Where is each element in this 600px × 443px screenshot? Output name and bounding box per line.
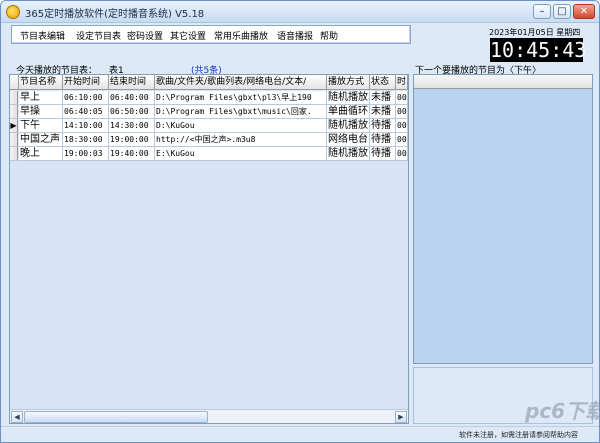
row-indicator: [10, 147, 18, 161]
horizontal-scrollbar[interactable]: ◀ ▶: [10, 409, 408, 423]
cell-mode: 随机播放: [327, 119, 370, 133]
table-row[interactable]: 晚上 19:00:03 19:40:00 E:\KuGou 随机播放 待播 00: [10, 147, 408, 161]
menu-other-settings[interactable]: 其它设置: [170, 29, 206, 42]
cell-status: 未播: [370, 91, 396, 105]
cell-status: 待播: [370, 147, 396, 161]
column-header-extra[interactable]: 时: [396, 75, 408, 90]
cell-end: 19:00:00: [109, 133, 155, 147]
menu-program-edit[interactable]: 节目表编辑: [20, 29, 65, 42]
column-header-source[interactable]: 歌曲/文件夹/歌曲列表/网络电台/文本/: [155, 75, 327, 90]
next-program-panel: [413, 74, 593, 364]
row-indicator: [10, 91, 18, 105]
cell-extra: 00: [396, 119, 408, 133]
registration-status: 软件未注册，如需注册请参阅帮助内容: [459, 431, 578, 439]
table-row[interactable]: 早操 06:40:05 06:50:00 D:\Program Files\gb…: [10, 105, 408, 119]
clock-date: 2023年01月05日 星期四: [489, 28, 581, 37]
cell-source: E:\KuGou: [155, 147, 327, 161]
column-header-end[interactable]: 结束时间: [109, 75, 155, 90]
cell-source: http://<中国之声>.m3u8: [155, 133, 327, 147]
cell-source: D:\Program Files\gbxt\pl3\早上190: [155, 91, 327, 105]
cell-mode: 单曲循环: [327, 105, 370, 119]
clock-time: 10:45:43: [490, 38, 587, 62]
table-row-current[interactable]: ▶ 下午 14:10:00 14:30:00 D:\KuGou 随机播放 待播 …: [10, 119, 408, 133]
app-logo-icon: [6, 5, 20, 19]
cell-end: 06:50:00: [109, 105, 155, 119]
status-bar: 软件未注册，如需注册请参阅帮助内容: [1, 426, 599, 442]
cell-name: 早操: [19, 105, 63, 119]
menu-voice-broadcast[interactable]: 语音播报: [277, 29, 313, 42]
program-grid: 节目名称 开始时间 结束时间 歌曲/文件夹/歌曲列表/网络电台/文本/ 播放方式…: [9, 74, 409, 424]
cell-name: 中国之声: [19, 133, 63, 147]
cell-end: 06:40:00: [109, 91, 155, 105]
cell-source: D:\Program Files\gbxt\music\回家.: [155, 105, 327, 119]
column-header-start[interactable]: 开始时间: [63, 75, 109, 90]
header-indicator: [10, 75, 19, 90]
table-row[interactable]: 早上 06:10:00 06:40:00 D:\Program Files\gb…: [10, 91, 408, 105]
scroll-thumb[interactable]: [24, 411, 208, 423]
close-button[interactable]: ✕: [573, 4, 595, 19]
title-bar: 365定时播放软件(定时播音系统) V5.18 – □ ✕: [1, 1, 599, 23]
cell-extra: 00: [396, 105, 408, 119]
column-header-status[interactable]: 状态: [370, 75, 396, 90]
cell-name: 下午: [19, 119, 63, 133]
cell-start: 14:10:00: [63, 119, 109, 133]
cell-mode: 随机播放: [327, 91, 370, 105]
cell-source: D:\KuGou: [155, 119, 327, 133]
column-header-mode[interactable]: 播放方式: [327, 75, 370, 90]
grid-header: 节目名称 开始时间 结束时间 歌曲/文件夹/歌曲列表/网络电台/文本/ 播放方式…: [10, 75, 408, 90]
current-row-arrow-icon: ▶: [10, 119, 18, 133]
cell-end: 14:30:00: [109, 119, 155, 133]
menu-music-play[interactable]: 常用乐曲播放: [214, 29, 268, 42]
scroll-right-icon[interactable]: ▶: [395, 411, 407, 423]
cell-status: 待播: [370, 119, 396, 133]
cell-start: 06:10:00: [63, 91, 109, 105]
column-header-name[interactable]: 节目名称: [19, 75, 63, 90]
cell-mode: 随机播放: [327, 147, 370, 161]
cell-end: 19:40:00: [109, 147, 155, 161]
table-row[interactable]: 中国之声 18:30:00 19:00:00 http://<中国之声>.m3u…: [10, 133, 408, 147]
cell-extra: 00: [396, 91, 408, 105]
cell-name: 晚上: [19, 147, 63, 161]
app-window: 365定时播放软件(定时播音系统) V5.18 – □ ✕ 节目表编辑 设定节目…: [0, 0, 600, 443]
cell-extra: 00: [396, 133, 408, 147]
window-title: 365定时播放软件(定时播音系统) V5.18: [25, 9, 205, 20]
menu-set-program[interactable]: 设定节目表: [76, 29, 121, 42]
cell-status: 待播: [370, 133, 396, 147]
menu-password[interactable]: 密码设置: [127, 29, 163, 42]
menu-bar: 节目表编辑 设定节目表 密码设置 其它设置 常用乐曲播放 语音播报 帮助: [11, 25, 411, 44]
cell-extra: 00: [396, 147, 408, 161]
row-indicator: [10, 133, 18, 147]
row-indicator: [10, 105, 18, 119]
cell-start: 18:30:00: [63, 133, 109, 147]
watermark-logo: pc6下载站: [525, 399, 599, 423]
cell-start: 19:00:03: [63, 147, 109, 161]
next-program-panel-header: [414, 75, 592, 89]
cell-status: 未播: [370, 105, 396, 119]
cell-mode: 网络电台: [327, 133, 370, 147]
minimize-button[interactable]: –: [533, 4, 551, 19]
scroll-left-icon[interactable]: ◀: [11, 411, 23, 423]
cell-start: 06:40:05: [63, 105, 109, 119]
maximize-button[interactable]: □: [553, 4, 571, 19]
cell-name: 早上: [19, 91, 63, 105]
menu-help[interactable]: 帮助: [320, 29, 338, 42]
